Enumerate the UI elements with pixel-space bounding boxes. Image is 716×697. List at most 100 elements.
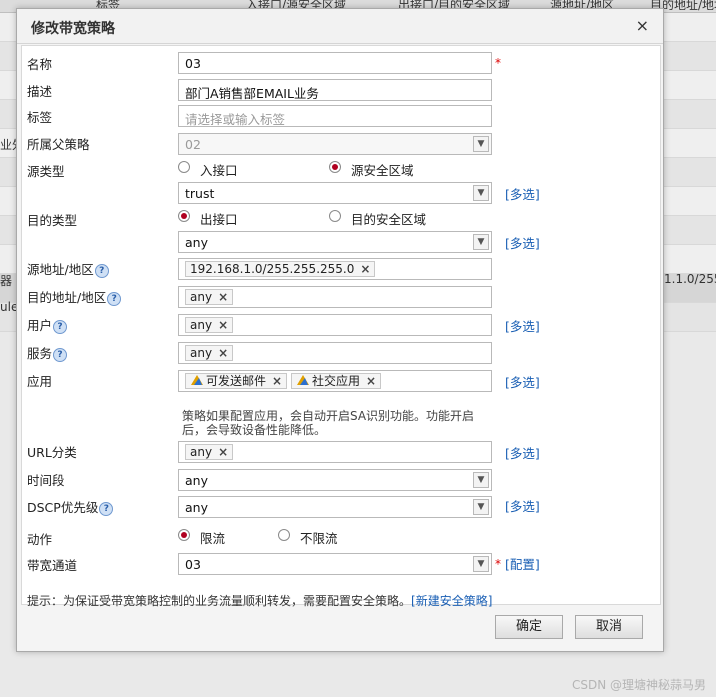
edit-bandwidth-policy-dialog: 修改带宽策略 × 名称 03 * 描述 部门A销售部EMAIL业务 标签 请选择…	[16, 8, 664, 652]
radio-source-zone[interactable]	[329, 161, 341, 173]
description-input[interactable]: 部门A销售部EMAIL业务	[178, 79, 492, 101]
radio-rate-limit[interactable]	[178, 529, 190, 541]
name-label: 名称	[27, 57, 53, 72]
policy-form: 名称 03 * 描述 部门A销售部EMAIL业务 标签 请选择或输入标签 所属父…	[21, 45, 661, 608]
close-icon[interactable]: ×	[636, 16, 649, 35]
dscp-priority-label: DSCP优先级?	[27, 497, 114, 516]
radio-no-rate-limit[interactable]	[278, 529, 290, 541]
bg-cell: 器	[0, 274, 13, 288]
destination-address-tag: any ×	[185, 289, 234, 305]
chevron-down-icon[interactable]: ▼	[473, 499, 489, 515]
user-input[interactable]: any ×	[178, 314, 492, 336]
help-icon[interactable]: ?	[53, 319, 68, 334]
time-range-label: 时间段	[27, 473, 65, 488]
chevron-down-icon[interactable]: ▼	[473, 185, 489, 201]
user-multi-select-link[interactable]: [多选]	[505, 316, 540, 335]
user-tag-text: any	[190, 318, 213, 332]
help-icon[interactable]: ?	[99, 501, 114, 516]
required-mark: *	[495, 56, 501, 70]
user-label-text: 用户	[27, 318, 53, 333]
name-value: 03	[185, 56, 201, 71]
dscp-priority-select[interactable]: any ▼	[178, 496, 492, 518]
help-icon[interactable]: ?	[94, 263, 109, 278]
remove-tag-icon[interactable]: ×	[218, 318, 228, 332]
name-input[interactable]: 03	[178, 52, 492, 74]
dscp-priority-label-text: DSCP优先级	[27, 500, 99, 515]
outbound-interface-value: any	[185, 235, 208, 250]
remove-tag-icon[interactable]: ×	[218, 290, 228, 304]
destination-type-label: 目的类型	[27, 213, 78, 228]
parent-policy-value: 02	[185, 137, 201, 152]
radio-outbound-interface-label: 出接口	[200, 212, 238, 227]
url-category-tag-text: any	[190, 445, 213, 459]
url-multi-select-link[interactable]: [多选]	[505, 443, 540, 462]
chevron-down-icon: ▼	[473, 136, 489, 152]
radio-rate-limit-label: 限流	[200, 531, 226, 546]
service-tag-text: any	[190, 346, 213, 360]
dscp-priority-value: any	[185, 500, 208, 515]
tags-input[interactable]: 请选择或输入标签	[178, 105, 492, 127]
create-security-policy-link[interactable]: [新建安全策略]	[411, 594, 492, 608]
service-input[interactable]: any ×	[178, 342, 492, 364]
watermark: CSDN @理塘神秘蒜马男	[571, 678, 706, 692]
parent-policy-label: 所属父策略	[27, 137, 90, 152]
remove-tag-icon[interactable]: ×	[218, 445, 228, 459]
action-label: 动作	[27, 532, 53, 547]
parent-policy-select: 02 ▼	[178, 133, 492, 155]
dialog-title: 修改带宽策略	[31, 21, 115, 37]
service-label-text: 服务	[27, 346, 53, 361]
source-zone-value: trust	[185, 186, 215, 201]
help-icon[interactable]: ?	[53, 347, 68, 362]
outbound-interface-select[interactable]: any ▼	[178, 231, 492, 253]
application-multi-select-link[interactable]: [多选]	[505, 372, 540, 391]
bandwidth-channel-value: 03	[185, 557, 201, 572]
dscp-multi-select-link[interactable]: [多选]	[505, 496, 540, 515]
tip-message: 提示：为保证受带宽策略控制的业务流量顺利转发，需要配置安全策略。	[27, 594, 412, 608]
chevron-down-icon[interactable]: ▼	[473, 234, 489, 250]
url-category-input[interactable]: any ×	[178, 441, 492, 463]
chevron-down-icon[interactable]: ▼	[473, 556, 489, 572]
service-label: 服务?	[27, 343, 68, 362]
source-multi-select-link[interactable]: [多选]	[505, 184, 540, 203]
destination-multi-select-link[interactable]: [多选]	[505, 233, 540, 252]
source-address-tag: 192.168.1.0/255.255.255.0 ×	[185, 261, 376, 277]
source-address-input[interactable]: 192.168.1.0/255.255.255.0 ×	[178, 258, 492, 280]
ok-button[interactable]: 确定	[495, 615, 563, 639]
destination-address-label: 目的地址/地区?	[27, 287, 122, 306]
bandwidth-channel-select[interactable]: 03 ▼	[178, 553, 492, 575]
description-label: 描述	[27, 84, 53, 99]
radio-source-zone-label: 源安全区域	[351, 163, 414, 178]
radio-outbound-interface[interactable]	[178, 210, 190, 222]
destination-address-input[interactable]: any ×	[178, 286, 492, 308]
tags-placeholder: 请选择或输入标签	[185, 112, 286, 127]
url-category-label: URL分类	[27, 445, 77, 460]
remove-tag-icon[interactable]: ×	[360, 262, 370, 276]
description-value: 部门A销售部EMAIL业务	[185, 86, 319, 101]
radio-inbound-interface[interactable]	[178, 161, 190, 173]
remove-tag-icon[interactable]: ×	[366, 374, 376, 388]
source-address-tag-text: 192.168.1.0/255.255.255.0	[190, 262, 355, 276]
required-mark: *	[495, 557, 501, 571]
source-type-label: 源类型	[27, 164, 65, 179]
source-address-label: 源地址/地区?	[27, 259, 109, 278]
help-icon[interactable]: ?	[107, 291, 122, 306]
source-zone-select[interactable]: trust ▼	[178, 182, 492, 204]
application-tag: 社交应用 ×	[291, 373, 382, 389]
user-label: 用户?	[27, 315, 68, 334]
chevron-down-icon[interactable]: ▼	[473, 472, 489, 488]
time-range-select[interactable]: any ▼	[178, 469, 492, 491]
application-label: 应用	[27, 374, 53, 389]
cancel-button[interactable]: 取消	[575, 615, 643, 639]
destination-address-tag-text: any	[190, 290, 213, 304]
bandwidth-channel-label: 带宽通道	[27, 558, 78, 573]
tip-text: 提示：为保证受带宽策略控制的业务流量顺利转发，需要配置安全策略。[新建安全策略]	[27, 592, 492, 609]
radio-destination-zone[interactable]	[329, 210, 341, 222]
application-input[interactable]: 可发送邮件 × 社交应用 ×	[178, 370, 492, 392]
remove-tag-icon[interactable]: ×	[218, 346, 228, 360]
bandwidth-channel-config-link[interactable]: [配置]	[505, 554, 540, 573]
application-icon	[297, 375, 309, 385]
remove-tag-icon[interactable]: ×	[272, 374, 282, 388]
application-tag: 可发送邮件 ×	[185, 373, 288, 389]
service-tag: any ×	[185, 345, 234, 361]
application-icon	[191, 375, 203, 385]
